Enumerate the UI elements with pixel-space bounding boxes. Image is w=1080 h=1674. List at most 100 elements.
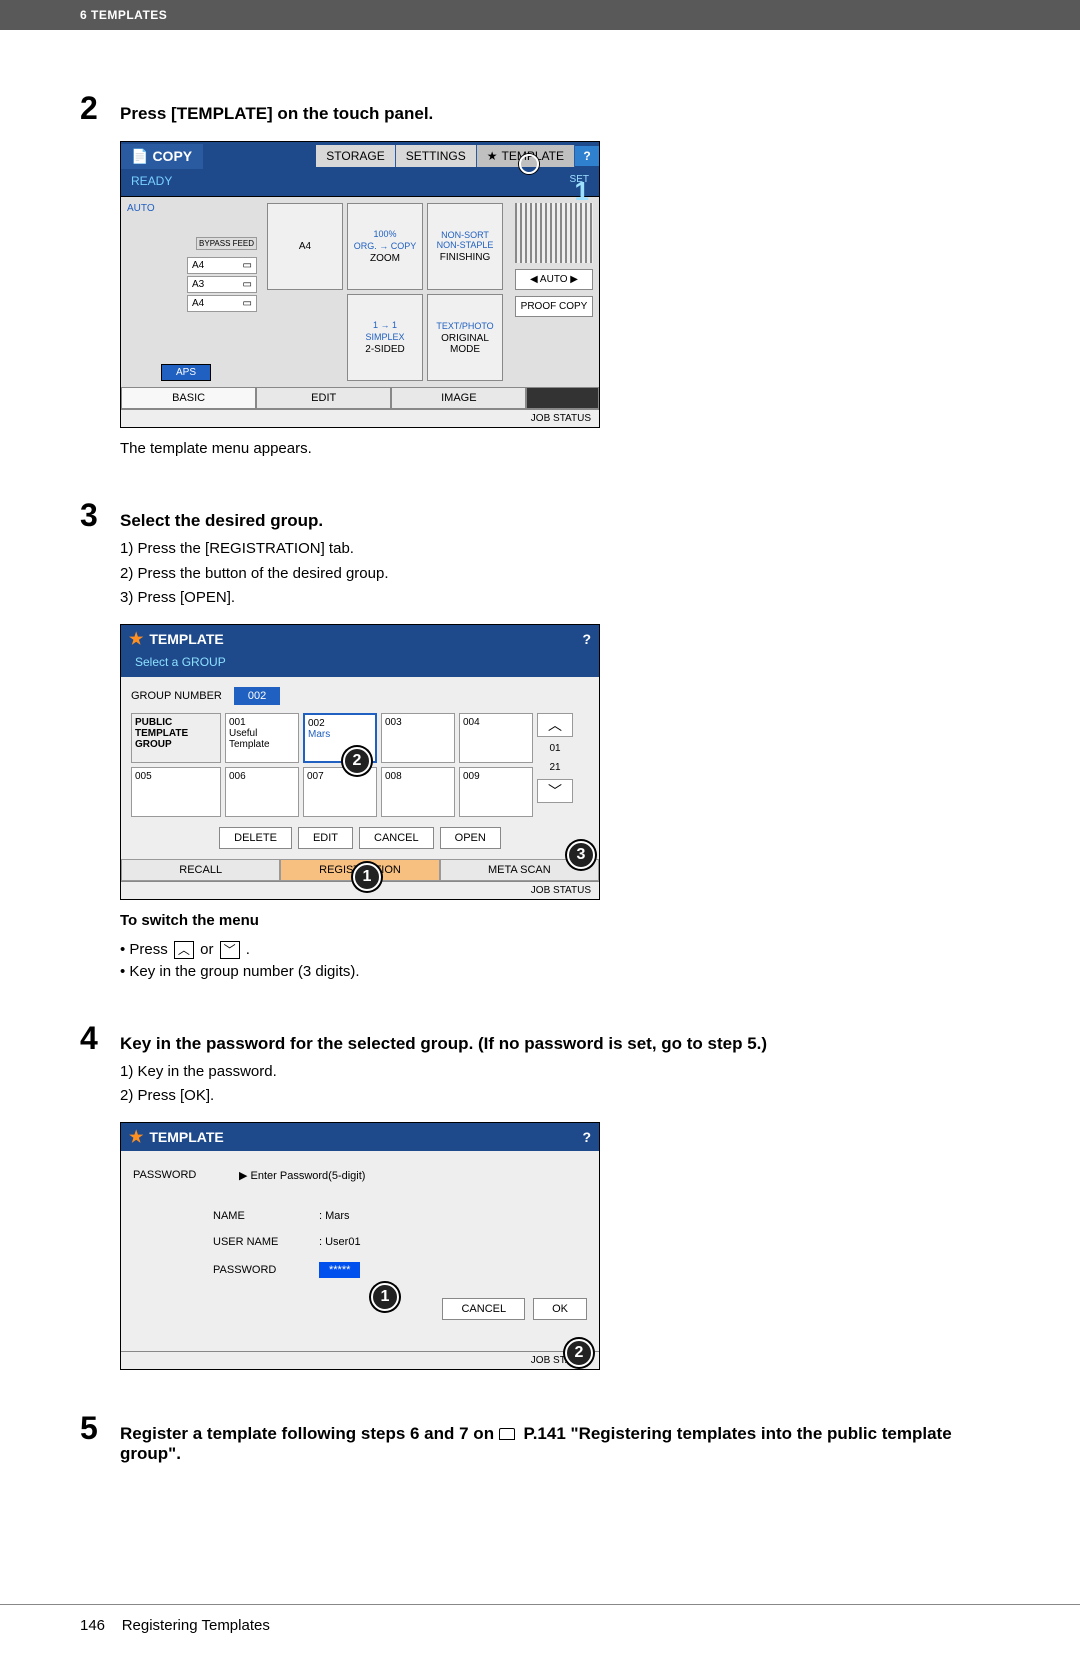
- header-tag: 6 TEMPLATES: [80, 8, 167, 22]
- auto-density-button[interactable]: ◀ AUTO ▶: [515, 269, 593, 290]
- tray-a4[interactable]: A4▭: [187, 257, 257, 274]
- screenshot-copy-panel: 📄COPY STORAGE SETTINGS ★TEMPLATE ? READY…: [120, 141, 600, 428]
- scroll-down-button[interactable]: ﹀: [537, 779, 573, 803]
- delete-button[interactable]: DELETE: [219, 827, 292, 849]
- auto-label: AUTO: [127, 203, 255, 214]
- page-of: 21: [537, 760, 573, 775]
- star-icon: ★: [129, 629, 143, 649]
- password-heading: PASSWORD: [133, 1169, 223, 1181]
- step-5: 5 Register a template following steps 6 …: [80, 1410, 1000, 1464]
- a4-out[interactable]: A4: [267, 203, 343, 290]
- switch-bullet-1: Press ︿ or ﹀ .: [120, 941, 1000, 959]
- pw-field-value[interactable]: *****: [319, 1262, 360, 1278]
- username-label: USER NAME: [213, 1236, 303, 1248]
- annotation-1: 1: [353, 863, 381, 891]
- help-button[interactable]: ?: [582, 631, 591, 647]
- aps-button[interactable]: APS: [161, 364, 211, 381]
- step-4: 4 Key in the password for the selected g…: [80, 1020, 1000, 1370]
- group-006[interactable]: 006: [225, 767, 299, 817]
- density-scale[interactable]: [515, 203, 593, 263]
- star-icon: ★: [129, 1127, 143, 1147]
- annotation-2: 2: [565, 1339, 593, 1367]
- page-content: 2 Press [TEMPLATE] on the touch panel. 📄…: [0, 30, 1080, 1544]
- username-value: : User01: [319, 1236, 361, 1248]
- group-number-label: GROUP NUMBER: [131, 690, 222, 702]
- page-number: 146: [80, 1617, 105, 1634]
- cancel-button[interactable]: CANCEL: [359, 827, 434, 849]
- footer-title: Registering Templates: [122, 1617, 270, 1634]
- tab-settings[interactable]: SETTINGS: [396, 145, 477, 167]
- paper-tray-panel: AUTO BYPASS FEED A4▭ A3▭ A4▭ APS: [121, 197, 261, 387]
- substep-3-1: 1) Press the [REGISTRATION] tab.: [120, 538, 1000, 561]
- annotation-2: 2: [343, 747, 371, 775]
- scroll-up-button[interactable]: ︿: [537, 713, 573, 737]
- step-2: 2 Press [TEMPLATE] on the touch panel. 📄…: [80, 90, 1000, 457]
- annotation-3: 3: [567, 841, 595, 869]
- open-button[interactable]: OPEN: [440, 827, 501, 849]
- switch-bullet-2: Key in the group number (3 digits).: [120, 963, 1000, 980]
- step-5-num: 5: [80, 1410, 108, 1447]
- step-3: 3 Select the desired group. 1) Press the…: [80, 497, 1000, 980]
- group-003[interactable]: 003: [381, 713, 455, 763]
- step-5-title: Register a template following steps 6 an…: [120, 1424, 1000, 1464]
- cancel-button[interactable]: CANCEL: [442, 1298, 525, 1320]
- down-key-icon: ﹀: [220, 941, 240, 959]
- substep-4-2: 2) Press [OK].: [120, 1085, 1000, 1108]
- step-4-title: Key in the password for the selected gro…: [120, 1034, 767, 1054]
- two-sided[interactable]: 1 → 1SIMPLEX2-SIDED: [347, 294, 423, 381]
- tab-recall[interactable]: RECALL: [121, 859, 280, 881]
- step-4-num: 4: [80, 1020, 108, 1057]
- finishing[interactable]: NON-SORT NON-STAPLEFINISHING: [427, 203, 503, 290]
- group-009[interactable]: 009: [459, 767, 533, 817]
- btab-basic[interactable]: BASIC: [121, 387, 256, 409]
- page-top: 01: [537, 741, 573, 756]
- proof-copy-button[interactable]: PROOF COPY: [515, 296, 593, 317]
- job-status[interactable]: JOB STATUS: [121, 409, 599, 427]
- name-value: : Mars: [319, 1210, 350, 1222]
- original-mode[interactable]: TEXT/PHOTOORIGINAL MODE: [427, 294, 503, 381]
- step-2-num: 2: [80, 90, 108, 127]
- edit-button[interactable]: EDIT: [298, 827, 353, 849]
- page-header: 6 TEMPLATES: [0, 0, 1080, 30]
- step-4-substeps: 1) Key in the password. 2) Press [OK].: [120, 1061, 1000, 1108]
- tpl-title: TEMPLATE: [149, 1129, 223, 1145]
- step-2-title: Press [TEMPLATE] on the touch panel.: [120, 104, 433, 124]
- btab-edit[interactable]: EDIT: [256, 387, 391, 409]
- name-label: NAME: [213, 1210, 303, 1222]
- group-007[interactable]: 007: [303, 767, 377, 817]
- switch-menu-title: To switch the menu: [120, 912, 1000, 929]
- counter: 1: [575, 176, 589, 207]
- btab-image[interactable]: IMAGE: [391, 387, 526, 409]
- public-template-group[interactable]: PUBLIC TEMPLATE GROUP: [131, 713, 221, 763]
- screenshot-template-groups: ★ TEMPLATE ? Select a GROUP GROUP NUMBER…: [120, 624, 600, 900]
- pw-field-label: PASSWORD: [213, 1264, 303, 1276]
- step-3-num: 3: [80, 497, 108, 534]
- help-button[interactable]: ?: [575, 146, 599, 166]
- bypass-feed[interactable]: BYPASS FEED: [196, 237, 257, 250]
- pointer-icon: [519, 154, 541, 176]
- tpl-subtitle: Select a GROUP: [121, 653, 599, 677]
- group-008[interactable]: 008: [381, 767, 455, 817]
- group-001[interactable]: 001Useful Template: [225, 713, 299, 763]
- footer-rule: [0, 1604, 1080, 1605]
- bottom-tabs: BASIC EDIT IMAGE: [121, 387, 599, 409]
- tray-a4-2[interactable]: A4▭: [187, 295, 257, 312]
- group-004[interactable]: 004: [459, 713, 533, 763]
- substep-4-1: 1) Key in the password.: [120, 1061, 1000, 1084]
- tab-copy[interactable]: 📄COPY: [121, 144, 203, 169]
- help-button[interactable]: ?: [582, 1129, 591, 1145]
- tpl-title: TEMPLATE: [149, 631, 223, 647]
- tray-a3[interactable]: A3▭: [187, 276, 257, 293]
- up-key-icon: ︿: [174, 941, 194, 959]
- switch-menu-bullets: Press ︿ or ﹀ . Key in the group number (…: [120, 941, 1000, 980]
- group-number-value: 002: [234, 687, 280, 705]
- password-hint: ▶ Enter Password(5-digit): [239, 1169, 365, 1182]
- step-3-title: Select the desired group.: [120, 511, 323, 531]
- group-005[interactable]: 005: [131, 767, 221, 817]
- ok-button[interactable]: OK: [533, 1298, 587, 1320]
- substep-3-3: 3) Press [OPEN].: [120, 587, 1000, 610]
- job-status[interactable]: JOB STATUS: [121, 1351, 599, 1369]
- step-3-substeps: 1) Press the [REGISTRATION] tab. 2) Pres…: [120, 538, 1000, 610]
- zoom-ratio[interactable]: 100%ORG. → COPYZOOM: [347, 203, 423, 290]
- tab-storage[interactable]: STORAGE: [316, 145, 395, 167]
